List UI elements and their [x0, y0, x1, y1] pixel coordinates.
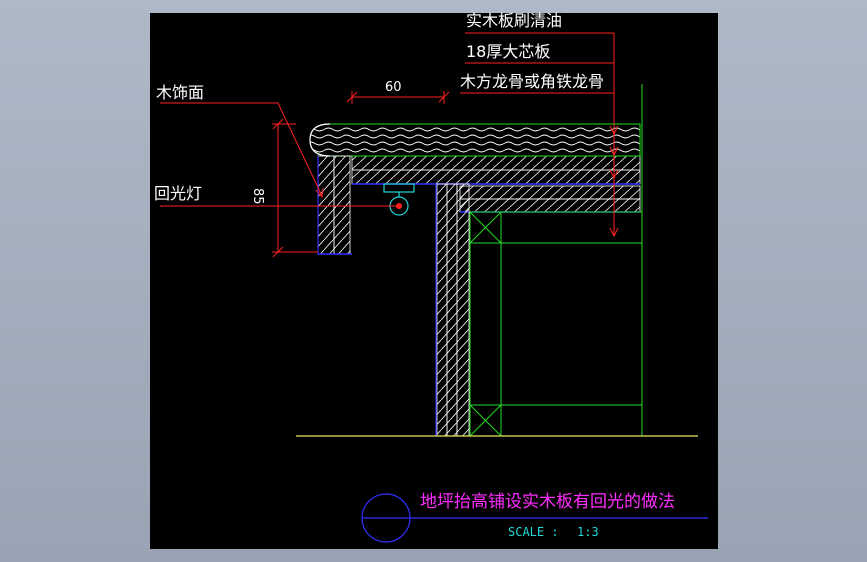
drawing-title: 地坪抬高铺设实木板有回光的做法: [420, 492, 675, 512]
cad-viewport[interactable]: 实木板刷清油 18厚大芯板 木方龙骨或角铁龙骨 木饰面 回光灯 60 85 地坪…: [0, 0, 867, 562]
dimension-60-text: 60: [385, 80, 402, 95]
label-blockboard: 18厚大芯板: [466, 42, 550, 61]
riser-boards: [435, 183, 470, 437]
label-keel: 木方龙骨或角铁龙骨: [460, 72, 604, 91]
label-backlight: 回光灯: [154, 184, 202, 203]
label-wood-top: 实木板刷清油: [466, 11, 562, 30]
detail-drawing: 实木板刷清油 18厚大芯板 木方龙骨或角铁龙骨 木饰面 回光灯 60 85 地坪…: [154, 11, 708, 543]
scale-label: SCALE :: [508, 525, 559, 539]
wood-finish-panel: [317, 155, 352, 255]
scale-value: 1:3: [577, 525, 599, 539]
dimension-85-text: 85: [250, 188, 265, 205]
label-wood-finish: 木饰面: [156, 83, 204, 102]
backlight-fixture: [383, 183, 415, 216]
solid-wood-board: [309, 123, 641, 157]
